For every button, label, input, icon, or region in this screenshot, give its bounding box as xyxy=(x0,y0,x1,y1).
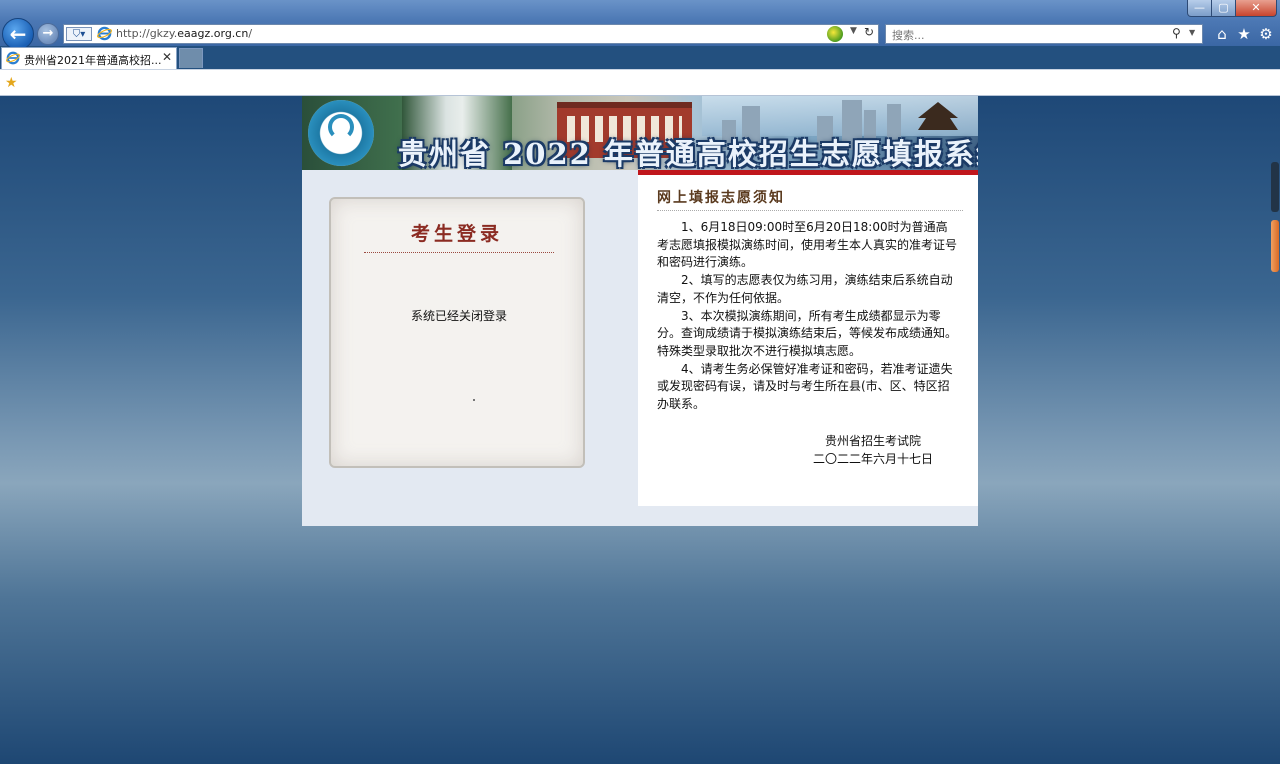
page-viewport: 贵州 贵州省 2022 年普通高校招生志愿填报系统 考生登录 系统已经关闭登录 … xyxy=(0,96,1280,764)
star-icon[interactable]: ★ xyxy=(1234,24,1254,44)
page-title: 贵州省 2022 年普通高校招生志愿填报系统 xyxy=(398,137,978,170)
gear-icon[interactable]: ⚙ xyxy=(1256,24,1276,44)
login-divider xyxy=(364,252,554,253)
signature-date: 二〇二二年六月十七日 xyxy=(812,452,933,466)
home-icon[interactable]: ⌂ xyxy=(1212,24,1232,44)
new-tab-button[interactable] xyxy=(179,48,203,68)
notice-paragraph: 3、本次模拟演练期间，所有考生成绩都显示为零分。查询成绩请于模拟演练结束后，等候… xyxy=(657,308,958,358)
compatibility-view-icon[interactable] xyxy=(827,26,843,42)
search-icon[interactable]: ⚲ xyxy=(1172,26,1181,40)
login-closed-message: 系统已经关闭登录 xyxy=(410,309,507,323)
maximize-button[interactable]: ▢ xyxy=(1211,0,1236,17)
logo-emblem xyxy=(328,114,354,140)
notice-paragraph: 1、6月18日09:00时至6月20日18:00时为普通高考志愿填报模拟演练时间… xyxy=(657,220,958,270)
login-panel: 考生登录 系统已经关闭登录 xyxy=(329,197,585,468)
header-banner: 贵州 贵州省 2022 年普通高校招生志愿填报系统 xyxy=(302,96,978,170)
search-box[interactable]: ⚲ ▼ xyxy=(885,24,1203,45)
add-favorites-star-icon[interactable]: ★ xyxy=(5,75,18,91)
forward-button[interactable]: → xyxy=(37,23,59,45)
logo-text: 贵州 xyxy=(334,145,348,153)
url-suffix: / xyxy=(248,27,253,40)
browser-chrome: — ▢ ✕ ← → ⛉▾ http://gkzy.eaagz.org.cn/ ▼… xyxy=(0,0,1280,96)
search-dropdown-icon[interactable]: ▼ xyxy=(1189,28,1195,37)
ie-page-icon xyxy=(97,26,112,41)
close-window-button[interactable]: ✕ xyxy=(1235,0,1277,17)
minimize-button[interactable]: — xyxy=(1187,0,1212,17)
search-input[interactable] xyxy=(886,25,1168,45)
close-tab-icon[interactable]: ✕ xyxy=(162,50,172,64)
url-domain: eaagz.org.cn xyxy=(177,27,249,40)
url-prefix: http://gkzy. xyxy=(116,27,178,40)
notice-title: 网上填报志愿须知 xyxy=(657,190,785,206)
page-footer xyxy=(638,506,978,526)
tab-title: 贵州省2021年普通高校招... xyxy=(24,54,162,67)
url-text[interactable]: http://gkzy.eaagz.org.cn/ xyxy=(116,27,252,40)
tab-current[interactable]: 贵州省2021年普通高校招... ✕ xyxy=(1,47,177,69)
logo: 贵州 xyxy=(308,100,374,166)
address-dropdown-icon[interactable]: ▼ xyxy=(850,26,857,36)
refresh-icon[interactable]: ↻ xyxy=(864,25,874,39)
page-container: 贵州 贵州省 2022 年普通高校招生志愿填报系统 考生登录 系统已经关闭登录 … xyxy=(302,96,978,526)
back-arrow-icon: ← xyxy=(9,22,27,46)
title-bar: — ▢ ✕ ← → ⛉▾ http://gkzy.eaagz.org.cn/ ▼… xyxy=(0,0,1280,50)
notice-body: 1、6月18日09:00时至6月20日18:00时为普通高考志愿填报模拟演练时间… xyxy=(657,219,959,414)
notice-panel: 网上填报志愿须知 1、6月18日09:00时至6月20日18:00时为普通高考志… xyxy=(638,175,978,506)
scrollbar-track[interactable] xyxy=(1271,162,1279,212)
signature-org: 贵州省招生考试院 xyxy=(824,434,921,448)
tab-strip: 贵州省2021年普通高校招... ✕ xyxy=(0,46,1280,69)
favorites-bar: ★ xyxy=(0,69,1280,96)
scrollbar-thumb[interactable] xyxy=(1271,220,1279,272)
notice-divider xyxy=(657,210,963,211)
forward-arrow-icon: → xyxy=(42,26,54,41)
notice-signature: 贵州省招生考试院 二〇二二年六月十七日 xyxy=(808,432,938,468)
address-bar[interactable]: ⛉▾ http://gkzy.eaagz.org.cn/ ▼ ↻ xyxy=(63,24,879,44)
notice-paragraph: 2、填写的志愿表仅为练习用，演练结束后系统自动清空，不作为任何依据。 xyxy=(657,273,953,305)
login-title: 考生登录 xyxy=(410,223,503,245)
login-dot xyxy=(473,399,475,401)
security-shield-icon[interactable]: ⛉▾ xyxy=(66,27,92,41)
notice-paragraph: 4、请考生务必保管好准考证和密码，若准考证遗失或发现密码有误，请及时与考生所在县… xyxy=(657,361,953,412)
ie-tab-icon xyxy=(6,51,20,65)
